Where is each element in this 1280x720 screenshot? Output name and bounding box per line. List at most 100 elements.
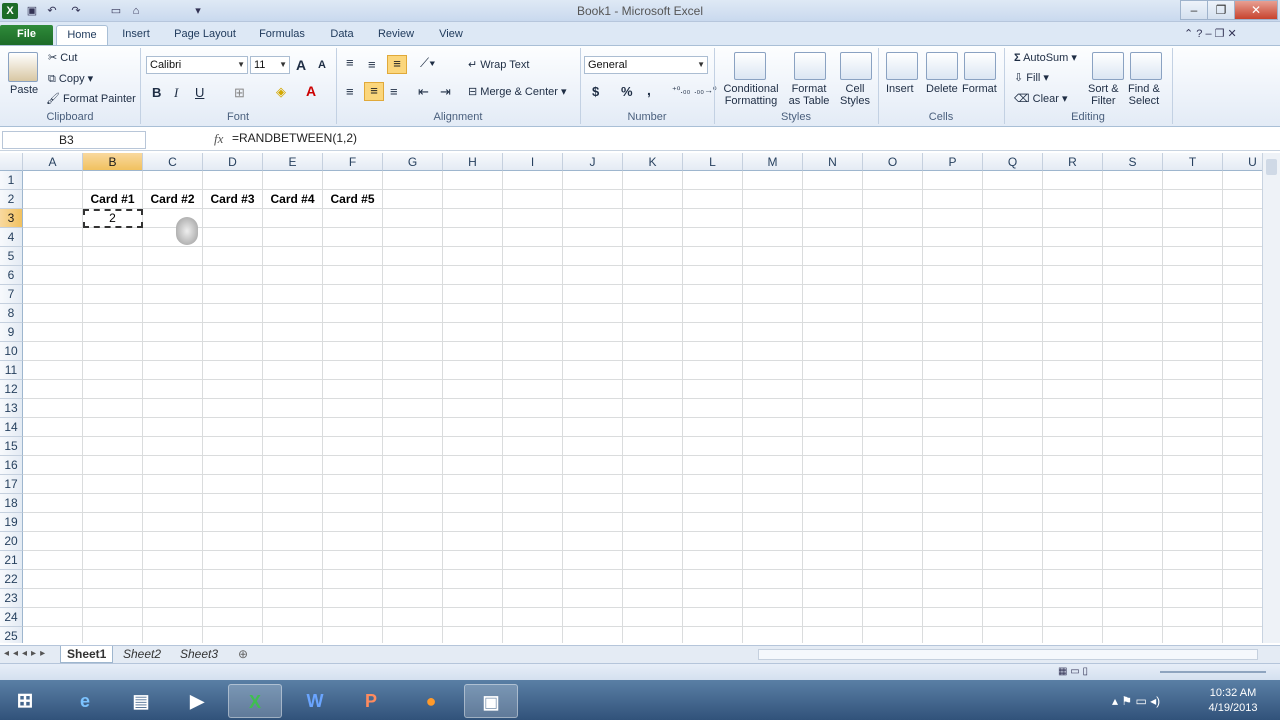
clear-button[interactable]: ⌫ Clear ▾ xyxy=(1014,92,1068,105)
cell-j9[interactable] xyxy=(563,323,623,342)
shrink-font-button[interactable]: A xyxy=(318,59,326,71)
cell-n20[interactable] xyxy=(803,532,863,551)
row-header[interactable]: 9 xyxy=(0,323,23,342)
cell-c5[interactable] xyxy=(143,247,203,266)
cell-e11[interactable] xyxy=(263,361,323,380)
cell-g10[interactable] xyxy=(383,342,443,361)
cell-m10[interactable] xyxy=(743,342,803,361)
cell-b22[interactable] xyxy=(83,570,143,589)
cell-u20[interactable] xyxy=(1223,532,1262,551)
cell-q19[interactable] xyxy=(983,513,1043,532)
cell-h6[interactable] xyxy=(443,266,503,285)
cell-r15[interactable] xyxy=(1043,437,1103,456)
cell-j18[interactable] xyxy=(563,494,623,513)
cell-p19[interactable] xyxy=(923,513,983,532)
cell-s13[interactable] xyxy=(1103,399,1163,418)
cell-o17[interactable] xyxy=(863,475,923,494)
cell-d6[interactable] xyxy=(203,266,263,285)
cell-n4[interactable] xyxy=(803,228,863,247)
cell-k16[interactable] xyxy=(623,456,683,475)
cell-a21[interactable] xyxy=(23,551,83,570)
cell-b5[interactable] xyxy=(83,247,143,266)
conditional-formatting-icon[interactable] xyxy=(734,52,766,80)
cell-r6[interactable] xyxy=(1043,266,1103,285)
autosum-button[interactable]: Σ AutoSum ▾ xyxy=(1014,51,1077,64)
cell-a25[interactable] xyxy=(23,627,83,643)
cell-s22[interactable] xyxy=(1103,570,1163,589)
cell-q22[interactable] xyxy=(983,570,1043,589)
cell-m8[interactable] xyxy=(743,304,803,323)
format-cells-icon[interactable] xyxy=(964,52,996,80)
cell-u12[interactable] xyxy=(1223,380,1262,399)
cell-q12[interactable] xyxy=(983,380,1043,399)
cell-d19[interactable] xyxy=(203,513,263,532)
cell-a2[interactable] xyxy=(23,190,83,209)
row-header[interactable]: 19 xyxy=(0,513,23,532)
currency-button[interactable]: $ xyxy=(592,84,599,99)
cell-c6[interactable] xyxy=(143,266,203,285)
cell-a18[interactable] xyxy=(23,494,83,513)
cell-p12[interactable] xyxy=(923,380,983,399)
cell-h9[interactable] xyxy=(443,323,503,342)
cell-n10[interactable] xyxy=(803,342,863,361)
cell-d22[interactable] xyxy=(203,570,263,589)
cell-l20[interactable] xyxy=(683,532,743,551)
cell-f15[interactable] xyxy=(323,437,383,456)
cell-g9[interactable] xyxy=(383,323,443,342)
cell-h1[interactable] xyxy=(443,171,503,190)
cell-n9[interactable] xyxy=(803,323,863,342)
cell-o4[interactable] xyxy=(863,228,923,247)
cell-b3[interactable]: 2 xyxy=(83,209,143,228)
cell-r24[interactable] xyxy=(1043,608,1103,627)
row-header[interactable]: 13 xyxy=(0,399,23,418)
cell-o14[interactable] xyxy=(863,418,923,437)
cell-h20[interactable] xyxy=(443,532,503,551)
cell-p6[interactable] xyxy=(923,266,983,285)
cell-a12[interactable] xyxy=(23,380,83,399)
cell-g8[interactable] xyxy=(383,304,443,323)
cell-u5[interactable] xyxy=(1223,247,1262,266)
system-clock[interactable]: 10:32 AM 4/19/2013 xyxy=(1203,686,1263,716)
cell-u25[interactable] xyxy=(1223,627,1262,643)
cell-m15[interactable] xyxy=(743,437,803,456)
cell-u15[interactable] xyxy=(1223,437,1262,456)
cell-q17[interactable] xyxy=(983,475,1043,494)
cell-k11[interactable] xyxy=(623,361,683,380)
cell-s5[interactable] xyxy=(1103,247,1163,266)
cell-f4[interactable] xyxy=(323,228,383,247)
cell-f1[interactable] xyxy=(323,171,383,190)
cell-n14[interactable] xyxy=(803,418,863,437)
cell-o23[interactable] xyxy=(863,589,923,608)
cell-e2[interactable]: Card #4 xyxy=(263,190,323,209)
column-header[interactable]: K xyxy=(623,153,683,171)
cell-l7[interactable] xyxy=(683,285,743,304)
cell-t6[interactable] xyxy=(1163,266,1223,285)
cell-b17[interactable] xyxy=(83,475,143,494)
cell-n17[interactable] xyxy=(803,475,863,494)
cell-i1[interactable] xyxy=(503,171,563,190)
cell-m11[interactable] xyxy=(743,361,803,380)
column-header[interactable]: A xyxy=(23,153,83,171)
cell-k22[interactable] xyxy=(623,570,683,589)
insert-function-icon[interactable]: fx xyxy=(214,131,223,147)
cell-g16[interactable] xyxy=(383,456,443,475)
powerpoint-taskbar-icon[interactable]: P xyxy=(344,684,398,718)
cell-b14[interactable] xyxy=(83,418,143,437)
cell-t22[interactable] xyxy=(1163,570,1223,589)
cell-e17[interactable] xyxy=(263,475,323,494)
cell-n2[interactable] xyxy=(803,190,863,209)
column-header[interactable]: N xyxy=(803,153,863,171)
orientation-icon[interactable]: ⟋▾ xyxy=(420,55,435,71)
cell-r7[interactable] xyxy=(1043,285,1103,304)
increase-decimal-icon[interactable]: ⁺⁰.₀₀ xyxy=(672,85,690,96)
cell-h4[interactable] xyxy=(443,228,503,247)
cell-p3[interactable] xyxy=(923,209,983,228)
find-select-button[interactable]: Find & Select xyxy=(1128,83,1160,107)
cell-i2[interactable] xyxy=(503,190,563,209)
cell-b19[interactable] xyxy=(83,513,143,532)
cell-h16[interactable] xyxy=(443,456,503,475)
cell-a24[interactable] xyxy=(23,608,83,627)
cell-i6[interactable] xyxy=(503,266,563,285)
cell-n18[interactable] xyxy=(803,494,863,513)
cell-f20[interactable] xyxy=(323,532,383,551)
